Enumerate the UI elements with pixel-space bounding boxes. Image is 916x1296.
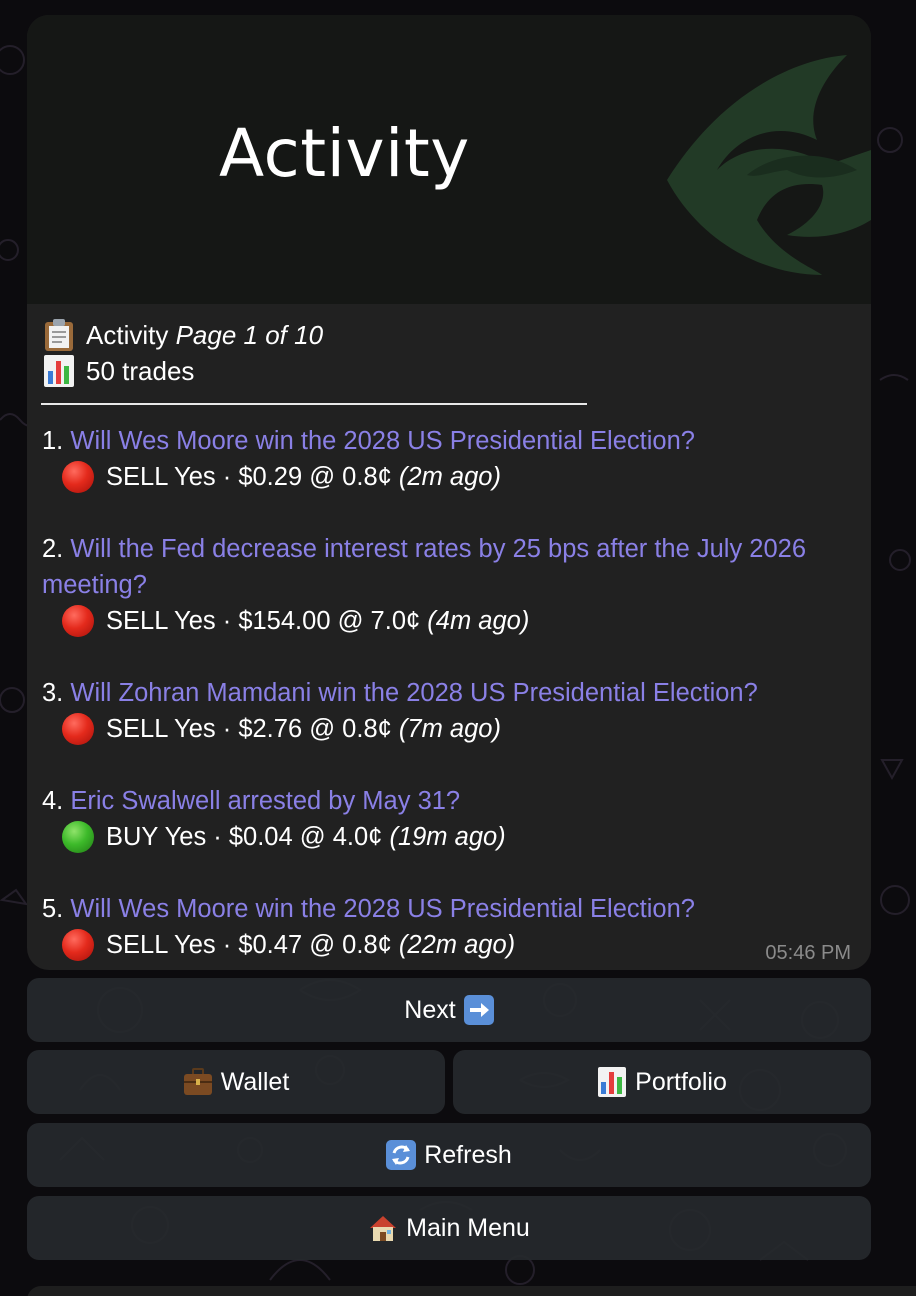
- trade-detail: SELL Yes · $0.47 @ 0.8¢: [106, 931, 392, 959]
- portfolio-button-label: Portfolio: [635, 1067, 727, 1096]
- refresh-button-label: Refresh: [424, 1140, 512, 1169]
- banner-title: Activity: [219, 115, 470, 192]
- trade-item: 1. Will Wes Moore win the 2028 US Presid…: [42, 423, 854, 495]
- trade-question-link[interactable]: Will Wes Moore win the 2028 US President…: [70, 895, 695, 923]
- trade-number: 5.: [42, 895, 64, 923]
- trade-item: 2. Will the Fed decrease interest rates …: [42, 531, 854, 639]
- next-button-label: Next: [404, 995, 456, 1024]
- trade-time-ago: (2m ago): [398, 463, 501, 491]
- activity-header: Activity Page 1 of 10 50 trades: [42, 317, 323, 389]
- main-menu-button-label: Main Menu: [406, 1213, 530, 1242]
- trade-time-ago: (4m ago): [427, 607, 530, 635]
- trade-list: 1. Will Wes Moore win the 2028 US Presid…: [42, 423, 854, 970]
- briefcase-icon: [183, 1067, 213, 1097]
- bar-chart-icon: [42, 354, 76, 388]
- red-circle-icon: [62, 713, 94, 745]
- clipboard-icon: [42, 318, 76, 352]
- trade-item: 5. Will Wes Moore win the 2028 US Presid…: [42, 891, 854, 963]
- green-circle-icon: [62, 821, 94, 853]
- trade-count: 50 trades: [86, 356, 195, 386]
- next-button[interactable]: Next: [27, 978, 871, 1042]
- trade-question-link[interactable]: Eric Swalwell arrested by May 31?: [70, 787, 460, 815]
- red-circle-icon: [62, 929, 94, 961]
- trade-detail: BUY Yes · $0.04 @ 4.0¢: [106, 823, 383, 851]
- header-divider: [41, 403, 587, 405]
- trade-question-link[interactable]: Will the Fed decrease interest rates by …: [42, 535, 806, 599]
- input-bar-edge: [27, 1286, 916, 1296]
- trade-item: 4. Eric Swalwell arrested by May 31? BUY…: [42, 783, 854, 855]
- trade-time-ago: (19m ago): [389, 823, 506, 851]
- trade-item: 3. Will Zohran Mamdani win the 2028 US P…: [42, 675, 854, 747]
- trade-number: 1.: [42, 427, 64, 455]
- bar-chart-icon: [597, 1067, 627, 1097]
- wallet-button[interactable]: Wallet: [27, 1050, 445, 1114]
- refresh-button[interactable]: Refresh: [27, 1123, 871, 1187]
- trade-number: 4.: [42, 787, 64, 815]
- trade-number: 2.: [42, 535, 64, 563]
- trade-number: 3.: [42, 679, 64, 707]
- brand-logo-icon: [667, 55, 871, 275]
- trade-detail: SELL Yes · $154.00 @ 7.0¢: [106, 607, 421, 635]
- main-menu-button[interactable]: Main Menu: [27, 1196, 871, 1260]
- header-title: Activity: [86, 320, 169, 350]
- portfolio-button[interactable]: Portfolio: [453, 1050, 871, 1114]
- trade-question-link[interactable]: Will Zohran Mamdani win the 2028 US Pres…: [70, 679, 757, 707]
- trade-detail: SELL Yes · $2.76 @ 0.8¢: [106, 715, 392, 743]
- trade-time-ago: (7m ago): [398, 715, 501, 743]
- red-circle-icon: [62, 605, 94, 637]
- activity-message: Activity Activity Page 1 of 10 50 trades…: [27, 15, 871, 970]
- trade-question-link[interactable]: Will Wes Moore win the 2028 US President…: [70, 427, 695, 455]
- refresh-icon: [386, 1140, 417, 1170]
- message-timestamp: 05:46 PM: [765, 942, 851, 964]
- wallet-button-label: Wallet: [220, 1067, 290, 1096]
- red-circle-icon: [62, 461, 94, 493]
- trade-detail: SELL Yes · $0.29 @ 0.8¢: [106, 463, 392, 491]
- page-indicator: Page 1 of 10: [175, 320, 324, 350]
- activity-banner: Activity: [27, 15, 871, 304]
- right-arrow-icon: [463, 995, 494, 1025]
- house-icon: [368, 1213, 398, 1243]
- trade-time-ago: (22m ago): [398, 931, 516, 959]
